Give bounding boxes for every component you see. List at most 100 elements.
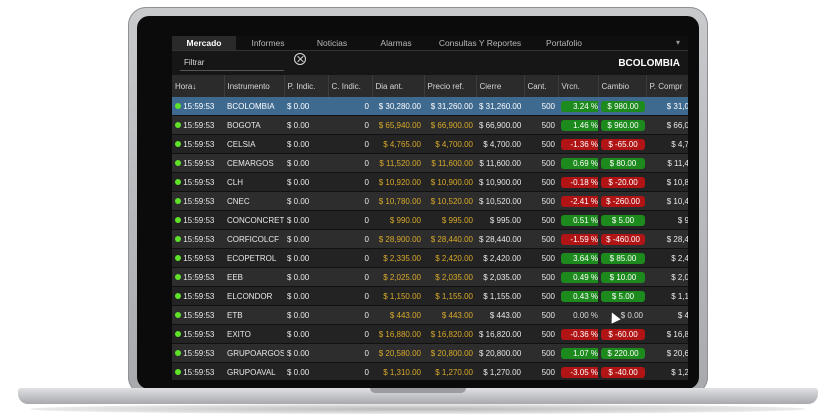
col-cierre[interactable]: Cierre xyxy=(476,75,525,97)
hora-text: 15:59:53 xyxy=(183,139,215,149)
table-row[interactable]: 15:59:53 EEB $ 0.00 0 $ 2,025.00 $ 2,035.00 $ … xyxy=(172,267,688,287)
cell-instrumento: GRUPOARGOS xyxy=(224,343,284,363)
cell-instrumento: CONCONCRET xyxy=(224,210,284,230)
table-row[interactable]: 15:59:53 CONCONCRET $ 0.00 0 $ 990.00 $ 995.0… xyxy=(172,210,688,230)
col-instrumento[interactable]: Instrumento xyxy=(224,75,285,97)
col-precio-ref[interactable]: Precio ref. xyxy=(424,75,477,97)
filter-input[interactable] xyxy=(180,55,284,71)
tab-alarmas[interactable]: Alarmas xyxy=(364,36,428,50)
col-cant[interactable]: Cant. xyxy=(524,75,559,97)
cell-cambio: $ 960.00 xyxy=(598,115,646,135)
cell-vrcn: 0.69 % xyxy=(558,153,598,173)
cell-p-indic: $ 0.00 xyxy=(284,343,328,363)
clear-filter-icon[interactable] xyxy=(294,53,306,65)
variation-badge: -3.05 % xyxy=(561,366,598,378)
cell-p-indic: $ 0.00 xyxy=(284,153,328,173)
status-dot-icon xyxy=(175,178,181,185)
change-badge: $ -60.00 xyxy=(601,328,645,340)
cell-c-indic: 0 xyxy=(328,172,372,192)
cell-hora: 15:59:53 xyxy=(172,267,224,287)
cell-cierre: $ 995.00 xyxy=(476,210,524,230)
cell-dia-ant: $ 2,335.00 xyxy=(372,248,424,268)
tab-consultas-y-reportes[interactable]: Consultas Y Reportes xyxy=(428,36,532,50)
hora-text: 15:59:53 xyxy=(183,120,215,130)
cell-hora: 15:59:53 xyxy=(172,305,224,325)
table-row[interactable]: 15:59:53 CLH $ 0.00 0 $ 10,920.00 $ 10,900.00… xyxy=(172,172,688,192)
status-dot-icon xyxy=(175,349,181,356)
cell-c-indic: 0 xyxy=(328,305,372,325)
hora-text: 15:59:53 xyxy=(183,101,215,111)
cell-vrcn: -3.05 % xyxy=(558,362,598,380)
table-row[interactable]: 15:59:53 CORFICOLCF $ 0.00 0 $ 28,900.00 $ 28… xyxy=(172,229,688,249)
col-vrcn[interactable]: Vrcn. xyxy=(558,75,599,97)
cell-cambio: $ 85.00 xyxy=(598,248,646,268)
window-menu-icon[interactable]: ▾ xyxy=(668,36,688,50)
cell-p-indic: $ 0.00 xyxy=(284,172,328,192)
change-badge: $ -260.00 xyxy=(601,195,645,207)
cell-cant: 500 xyxy=(524,343,558,363)
cell-cierre: $ 2,420.00 xyxy=(476,248,524,268)
cell-vrcn: 1.07 % xyxy=(558,343,598,363)
sort-down-icon: ↓ xyxy=(192,81,197,91)
cell-hora: 15:59:53 xyxy=(172,191,224,211)
status-dot-icon xyxy=(175,197,181,204)
table-row[interactable]: 15:59:53 GRUPOARGOS $ 0.00 0 $ 20,580.00 $ 20… xyxy=(172,343,688,363)
tab-portafolio[interactable]: Portafolio xyxy=(532,36,596,50)
cell-p-indic: $ 0.00 xyxy=(284,362,328,380)
change-badge: $ -460.00 xyxy=(601,233,645,245)
hora-text: 15:59:53 xyxy=(183,196,215,206)
cell-p-indic: $ 0.00 xyxy=(284,191,328,211)
cell-vrcn: 0.43 % xyxy=(558,286,598,306)
cell-instrumento: ECOPETROL xyxy=(224,248,284,268)
cell-c-indic: 0 xyxy=(328,286,372,306)
cell-p-compr: $ 2,4 xyxy=(646,248,688,268)
cell-c-indic: 0 xyxy=(328,191,372,211)
table-row[interactable]: 15:59:53 BCOLOMBIA $ 0.00 0 $ 30,280.00 $ 31,… xyxy=(172,97,688,116)
cell-p-indic: $ 0.00 xyxy=(284,229,328,249)
cell-cambio: $ -460.00 xyxy=(598,229,646,249)
col-p-indic[interactable]: P. Indic. xyxy=(284,75,329,97)
table-row[interactable]: 15:59:53 CELSIA $ 0.00 0 $ 4,765.00 $ 4,700.0… xyxy=(172,134,688,154)
tab-informes[interactable]: Informes xyxy=(236,36,300,50)
tab-mercado[interactable]: Mercado xyxy=(172,36,236,50)
cell-cierre: $ 31,260.00 xyxy=(476,97,524,116)
cell-cant: 500 xyxy=(524,134,558,154)
cell-c-indic: 0 xyxy=(328,229,372,249)
cell-p-compr: $ 20,6 xyxy=(646,343,688,363)
cell-vrcn: 1.46 % xyxy=(558,115,598,135)
variation-badge: 0.43 % xyxy=(561,290,598,302)
cell-cant: 500 xyxy=(524,248,558,268)
trading-screen: Mercado Informes Noticias Alarmas Consul… xyxy=(172,36,688,380)
change-badge: $ 85.00 xyxy=(601,252,645,264)
variation-badge: 0.00 % xyxy=(573,310,598,320)
col-c-indic[interactable]: C. Indic. xyxy=(328,75,373,97)
col-cambio[interactable]: Cambio xyxy=(598,75,647,97)
cell-hora: 15:59:53 xyxy=(172,97,224,116)
table-row[interactable]: 15:59:53 CNEC $ 0.00 0 $ 10,780.00 $ 10,520.0… xyxy=(172,191,688,211)
variation-badge: -0.36 % xyxy=(561,328,598,340)
tab-bar: Mercado Informes Noticias Alarmas Consul… xyxy=(172,36,688,51)
cell-p-indic: $ 0.00 xyxy=(284,286,328,306)
table-row[interactable]: 15:59:53 CEMARGOS $ 0.00 0 $ 11,520.00 $ 11,6… xyxy=(172,153,688,173)
table-row[interactable]: 15:59:53 EXITO $ 0.00 0 $ 16,880.00 $ 16,820.… xyxy=(172,324,688,344)
variation-badge: 3.64 % xyxy=(561,252,598,264)
col-p-compr[interactable]: P. Compr xyxy=(646,75,688,97)
table-row[interactable]: 15:59:53 BOGOTA $ 0.00 0 $ 65,940.00 $ 66,900… xyxy=(172,115,688,135)
table-row[interactable]: 15:59:53 ELCONDOR $ 0.00 0 $ 1,150.00 $ 1,155… xyxy=(172,286,688,306)
col-hora[interactable]: Hora↓ xyxy=(172,75,225,97)
cell-precio-ref: $ 66,900.00 xyxy=(424,115,476,135)
table-row[interactable]: 15:59:53 GRUPOAVAL $ 0.00 0 $ 1,310.00 $ 1,27… xyxy=(172,362,688,380)
cell-hora: 15:59:53 xyxy=(172,172,224,192)
cell-instrumento: EXITO xyxy=(224,324,284,344)
col-dia-ant[interactable]: Dia ant. xyxy=(372,75,425,97)
table-row[interactable]: 15:59:53 ECOPETROL $ 0.00 0 $ 2,335.00 $ 2,42… xyxy=(172,248,688,268)
tab-noticias[interactable]: Noticias xyxy=(300,36,364,50)
cell-p-compr: $ 31,0 xyxy=(646,97,688,116)
market-table: Hora↓ Instrumento P. Indic. C. Indic. Di… xyxy=(172,75,688,380)
cell-cierre: $ 10,900.00 xyxy=(476,172,524,192)
cell-precio-ref: $ 2,420.00 xyxy=(424,248,476,268)
cell-cambio: $ 220.00 xyxy=(598,343,646,363)
cell-p-indic: $ 0.00 xyxy=(284,115,328,135)
cell-precio-ref: $ 11,600.00 xyxy=(424,153,476,173)
cell-dia-ant: $ 443.00 xyxy=(372,305,424,325)
